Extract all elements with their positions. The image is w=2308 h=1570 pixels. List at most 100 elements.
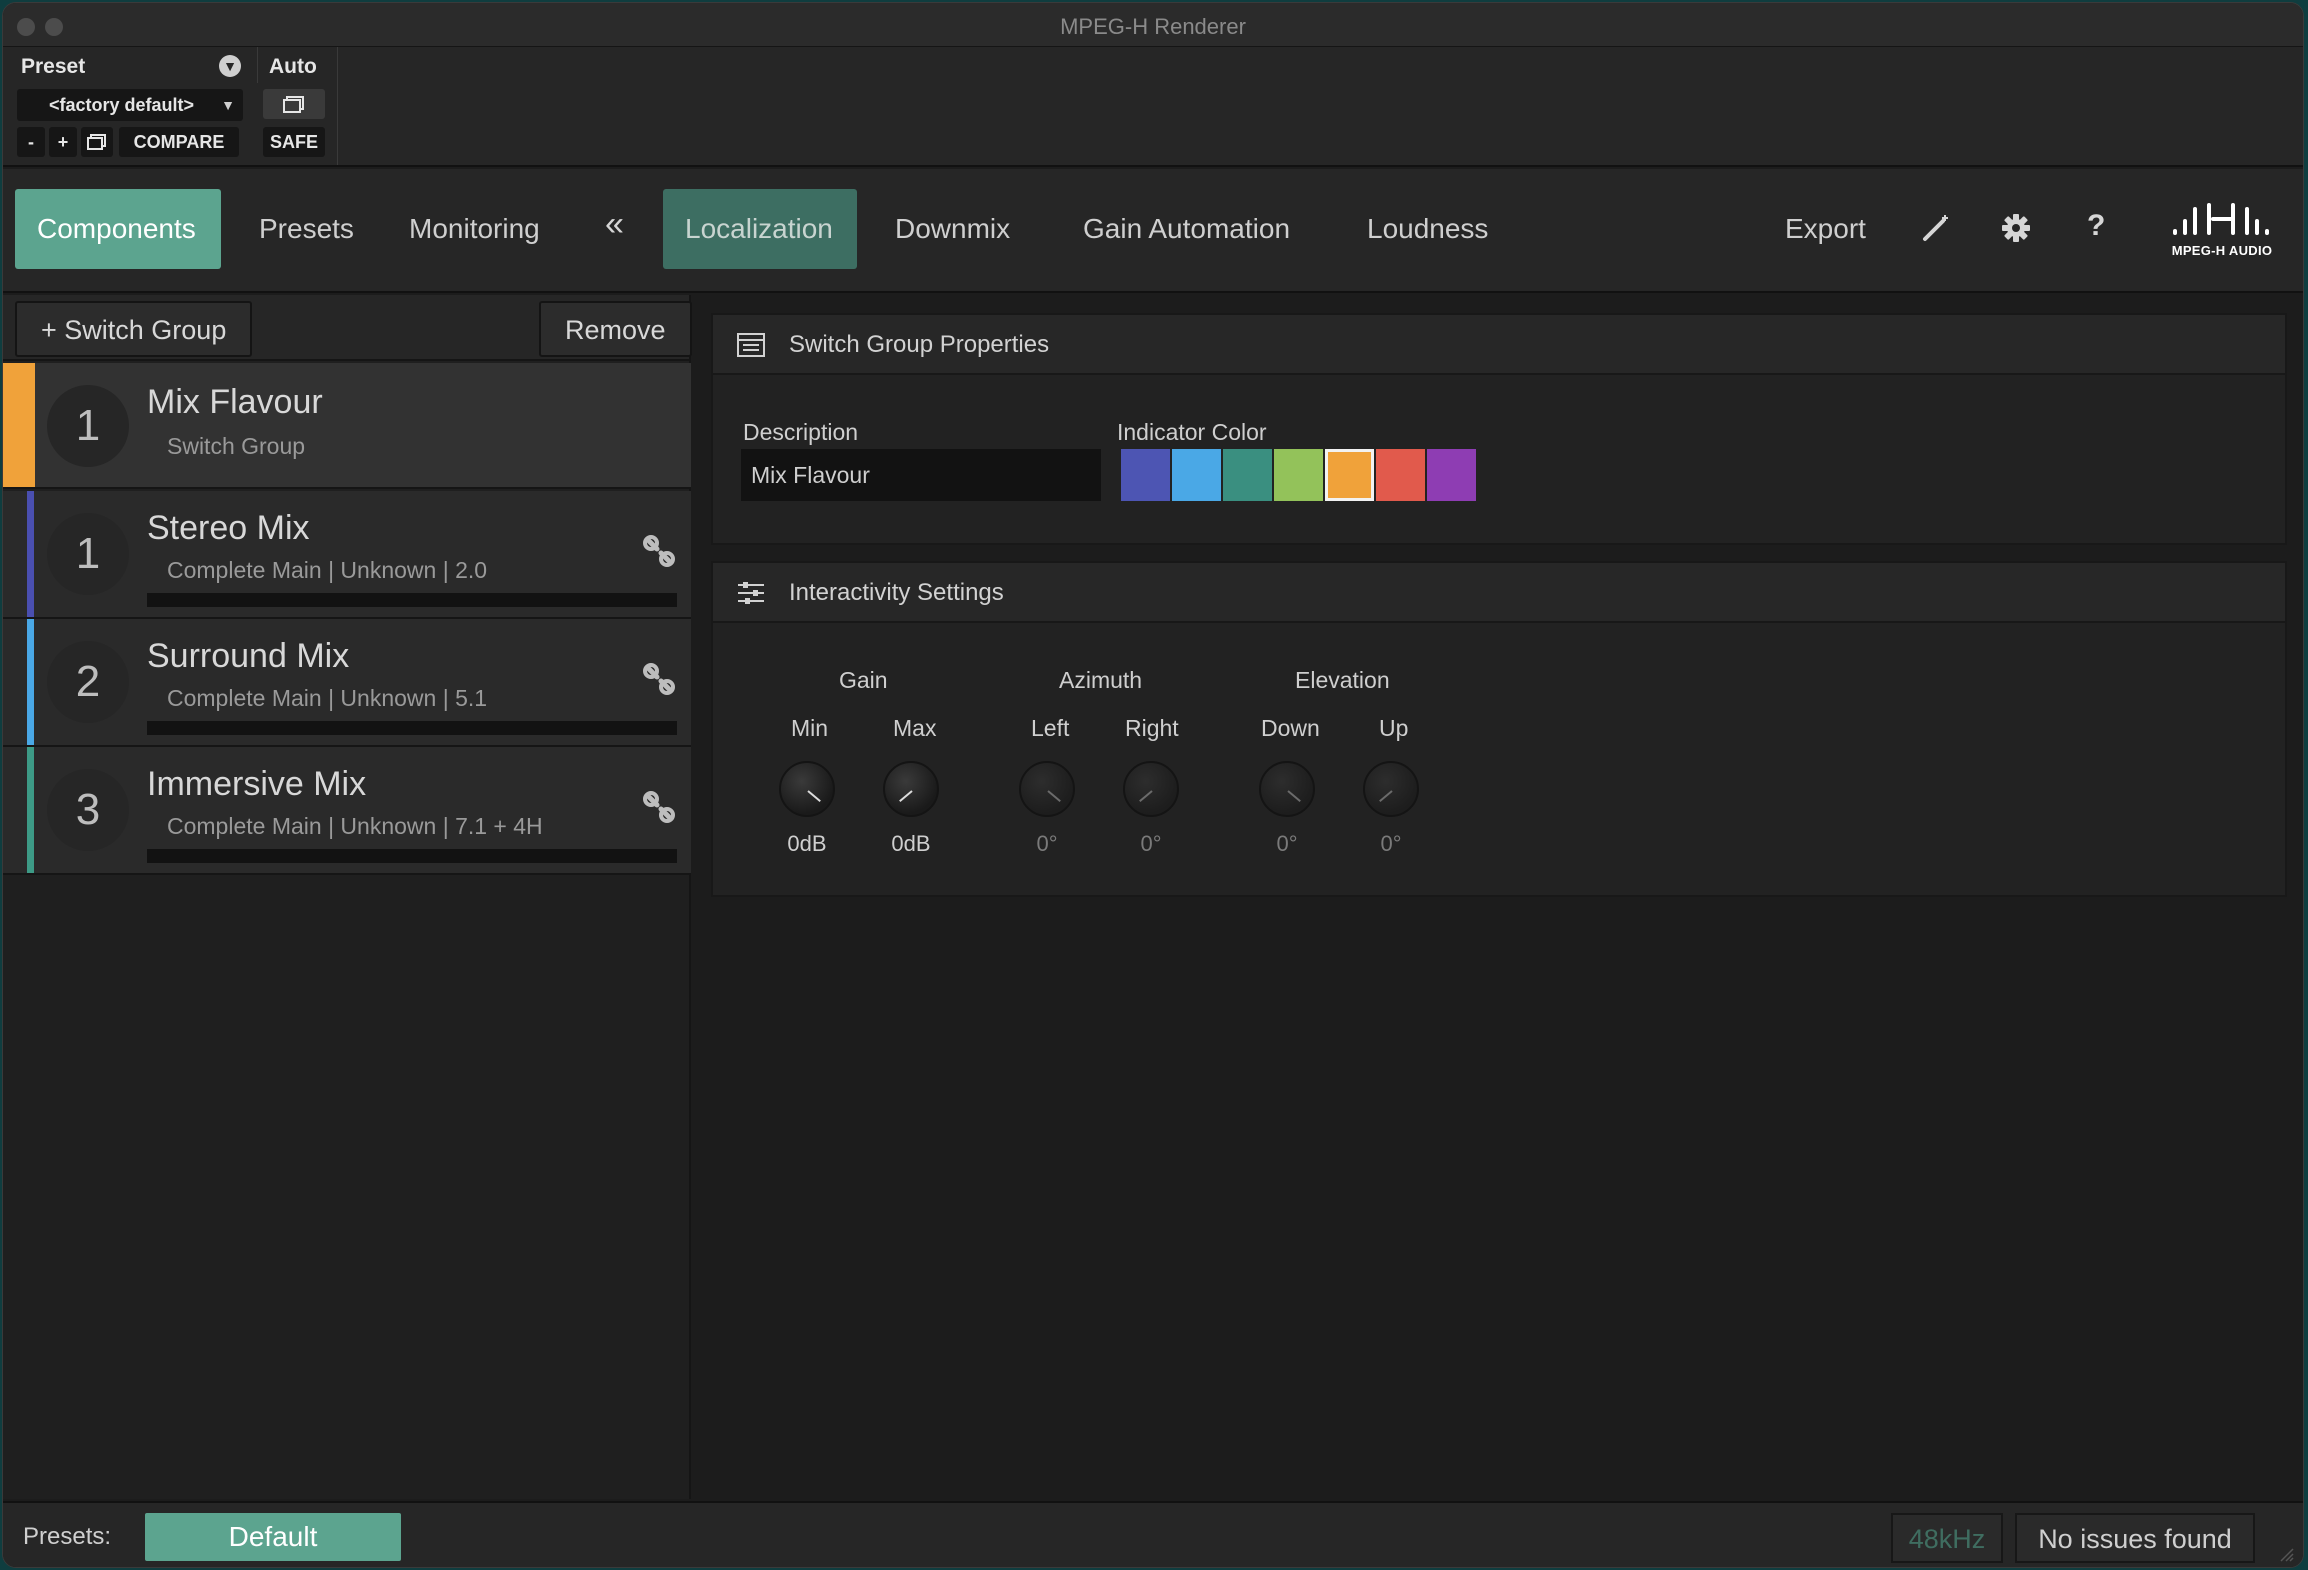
component-subtitle: Complete Main | Unknown | 2.0 — [167, 557, 488, 583]
logo-text: MPEG-H AUDIO — [2171, 243, 2273, 258]
component-subtitle: Complete Main | Unknown | 7.1 + 4H — [167, 813, 543, 839]
wand-icon[interactable] — [1921, 213, 1951, 251]
component-color-indicator — [27, 491, 34, 617]
azimuth-left-knob[interactable] — [1019, 761, 1075, 817]
remove-button[interactable]: Remove — [539, 301, 692, 357]
component-color-indicator — [27, 619, 34, 745]
switch-group-subtitle: Switch Group — [167, 433, 306, 459]
component-color-indicator — [27, 747, 34, 873]
azimuth-group-label: Azimuth — [1059, 667, 1143, 693]
level-meter — [147, 721, 677, 735]
collapse-icon[interactable]: « — [605, 205, 624, 244]
divider — [337, 47, 338, 165]
export-button[interactable]: Export — [1763, 189, 1888, 269]
color-swatch-red[interactable] — [1376, 449, 1425, 501]
help-icon[interactable]: ? — [2087, 209, 2105, 243]
azimuth-left-label: Left — [1031, 715, 1070, 741]
interactivity-settings-panel: Interactivity Settings Gain Min Max 0dB … — [711, 561, 2287, 897]
indicator-color-label: Indicator Color — [1117, 419, 1267, 445]
mpeg-h-logo: MPEG-H AUDIO — [2167, 203, 2277, 258]
status-bar: Presets: Default 48kHz No issues found — [3, 1501, 2303, 1567]
elevation-down-label: Down — [1261, 715, 1320, 741]
tab-loudness[interactable]: Loudness — [1345, 189, 1510, 269]
elevation-down-value: 0° — [1276, 831, 1298, 856]
color-swatch-purple[interactable] — [1427, 449, 1476, 501]
color-swatch-blue[interactable] — [1172, 449, 1221, 501]
resize-grip-icon[interactable] — [2277, 1545, 2295, 1563]
plugin-window: MPEG-H Renderer Preset ▼ Auto <factory d… — [2, 2, 2304, 1568]
gear-icon[interactable] — [2001, 213, 2031, 251]
preset-minus-button[interactable]: - — [17, 127, 45, 157]
description-field[interactable]: Mix Flavour — [741, 449, 1101, 501]
azimuth-right-label: Right — [1125, 715, 1179, 741]
color-swatch-indigo[interactable] — [1121, 449, 1170, 501]
components-toolbar: + Switch Group Remove — [3, 295, 692, 361]
level-meter — [147, 593, 677, 607]
safe-button[interactable]: SAFE — [263, 127, 325, 157]
list-icon — [737, 333, 765, 357]
title-bar: MPEG-H Renderer — [3, 3, 2303, 47]
switch-group-properties-header: Switch Group Properties — [713, 315, 2285, 375]
elevation-up-label: Up — [1379, 715, 1409, 741]
components-panel: + Switch Group Remove 1 Mix Flavour Swit… — [3, 295, 692, 1499]
switch-group-title: Mix Flavour — [147, 383, 323, 421]
preset-menu-icon[interactable]: ▼ — [219, 55, 241, 77]
host-plugin-bar: Preset ▼ Auto <factory default> ▼ - + CO… — [3, 47, 2303, 167]
level-meter — [147, 849, 677, 863]
elevation-group-label: Elevation — [1295, 667, 1390, 693]
tab-downmix[interactable]: Downmix — [873, 189, 1032, 269]
color-swatch-green[interactable] — [1274, 449, 1323, 501]
gain-min-value: 0dB — [787, 831, 827, 856]
presets-label: Presets: — [23, 1523, 112, 1550]
gain-max-value: 0dB — [891, 831, 931, 856]
link-icon[interactable] — [641, 661, 677, 697]
gain-max-knob[interactable] — [883, 761, 939, 817]
divider — [257, 47, 258, 83]
preset-plus-button[interactable]: + — [49, 127, 77, 157]
switch-group-properties-panel: Switch Group Properties Description Mix … — [711, 313, 2287, 545]
link-icon[interactable] — [641, 533, 677, 569]
gain-min-label: Min — [791, 715, 829, 741]
elevation-up-value: 0° — [1380, 831, 1402, 856]
switch-group-item[interactable]: 1 Mix Flavour Switch Group — [3, 363, 691, 489]
list-item[interactable]: 3 Immersive Mix Complete Main | Unknown … — [3, 747, 691, 875]
issues-status: No issues found — [2015, 1513, 2255, 1563]
preset-select-value: <factory default> — [49, 95, 195, 115]
panel-title: Interactivity Settings — [789, 579, 1004, 606]
tab-components[interactable]: Components — [15, 189, 221, 269]
elevation-up-knob[interactable] — [1363, 761, 1419, 817]
link-icon[interactable] — [641, 789, 677, 825]
panel-title: Switch Group Properties — [789, 331, 1050, 358]
list-item[interactable]: 1 Stereo Mix Complete Main | Unknown | 2… — [3, 491, 691, 619]
preset-select[interactable]: <factory default> ▼ — [17, 89, 243, 121]
window-icon — [283, 96, 304, 113]
preset-copy-button[interactable] — [81, 127, 113, 157]
automation-window-button[interactable] — [263, 89, 325, 119]
gain-group-label: Gain — [839, 667, 888, 693]
elevation-down-knob[interactable] — [1259, 761, 1315, 817]
component-title: Surround Mix — [147, 637, 350, 675]
default-preset-button[interactable]: Default — [145, 1513, 401, 1561]
color-swatch-orange-selected[interactable] — [1325, 449, 1374, 501]
tab-gain-automation[interactable]: Gain Automation — [1061, 189, 1312, 269]
tab-localization[interactable]: Localization — [663, 189, 857, 269]
component-number: 2 — [47, 641, 129, 723]
component-subtitle: Complete Main | Unknown | 5.1 — [167, 685, 488, 711]
gain-min-knob[interactable] — [779, 761, 835, 817]
tab-presets[interactable]: Presets — [237, 189, 376, 269]
azimuth-right-knob[interactable] — [1123, 761, 1179, 817]
list-item[interactable]: 2 Surround Mix Complete Main | Unknown |… — [3, 619, 691, 747]
component-title: Stereo Mix — [147, 509, 310, 547]
color-swatch-teal[interactable] — [1223, 449, 1272, 501]
azimuth-left-value: 0° — [1036, 831, 1058, 856]
chevron-down-icon: ▼ — [221, 97, 235, 113]
add-switch-group-button[interactable]: + Switch Group — [15, 301, 253, 357]
description-label: Description — [743, 419, 859, 445]
interactivity-settings-header: Interactivity Settings — [713, 563, 2285, 623]
main-nav: Components Presets Monitoring « Localiza… — [3, 169, 2303, 293]
switch-group-color-indicator — [3, 363, 35, 487]
tab-monitoring[interactable]: Monitoring — [387, 189, 562, 269]
compare-button[interactable]: COMPARE — [119, 127, 239, 157]
component-number: 3 — [47, 769, 129, 851]
component-title: Immersive Mix — [147, 765, 367, 803]
